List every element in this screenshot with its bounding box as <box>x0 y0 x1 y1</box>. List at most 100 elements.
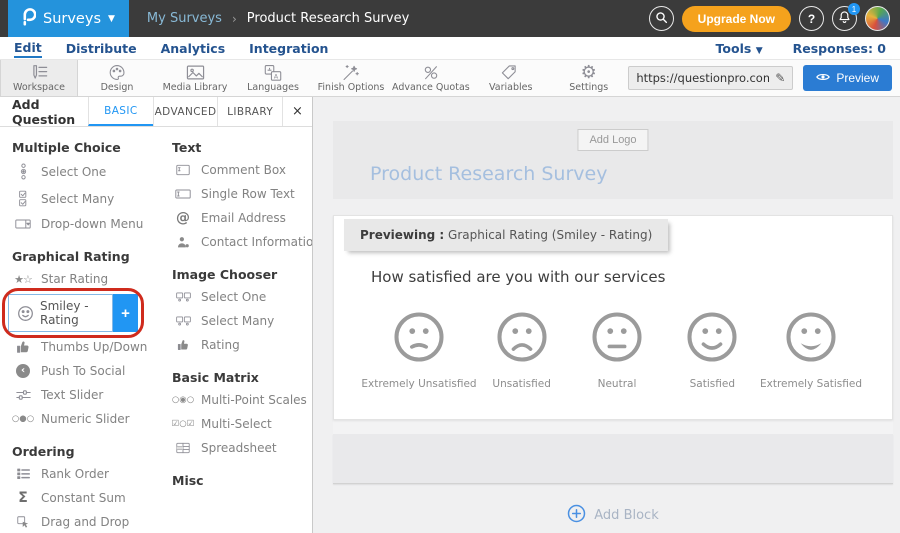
sidebar-item-label: Multi-Point Scales <box>201 393 307 407</box>
help-button[interactable]: ? <box>799 6 824 31</box>
search-icon <box>655 11 668 27</box>
sidebar-tab-library[interactable]: LIBRARY <box>217 97 282 126</box>
toolbar-item-label: Finish Options <box>318 82 385 93</box>
sidebar-item-label: Rating <box>201 338 240 352</box>
section-title: Multiple Choice <box>12 140 160 155</box>
sidebar-item-email-address[interactable]: @Email Address <box>160 206 312 230</box>
rating-option-label: Extremely Satisfied <box>760 378 862 390</box>
sidebar-tab-advanced[interactable]: ADVANCED <box>153 97 218 126</box>
image-select-icon <box>173 292 193 302</box>
survey-url-text: https://questionpro.com/t/A <box>636 71 769 85</box>
nav-tab-edit[interactable]: Edit <box>14 38 42 58</box>
toolbar-item-workspace[interactable]: Workspace <box>0 60 78 96</box>
sidebar-item-multi-select[interactable]: ☑○☑Multi-Select <box>160 412 312 436</box>
tools-menu[interactable]: Tools ▼ <box>716 41 763 56</box>
upgrade-now-button[interactable]: Upgrade Now <box>682 6 791 32</box>
sidebar-section-image-chooser: Image Chooser Select OneSelect Many Rating <box>160 267 312 357</box>
sidebar-section-text: TextComment BoxSingle Row Text@Email Add… <box>160 140 312 254</box>
sidebar-item-thumbs-up-down[interactable]: Thumbs Up/Down <box>0 335 160 359</box>
sidebar-item-selected[interactable]: Smiley - Rating <box>8 294 113 332</box>
sidebar-item-comment-box[interactable]: Comment Box <box>160 158 312 182</box>
tag-icon <box>501 64 520 81</box>
rating-option-satisfied[interactable]: Satisfied <box>665 310 760 390</box>
add-question-plus-button[interactable]: + <box>113 294 138 332</box>
search-button[interactable] <box>649 6 674 31</box>
sidebar-item-select-many[interactable]: Select Many <box>0 185 160 212</box>
edit-url-pencil-icon[interactable]: ✎ <box>775 71 785 85</box>
survey-url-field[interactable]: https://questionpro.com/t/A ✎ <box>628 66 793 90</box>
sidebar-item-label: Email Address <box>201 211 286 225</box>
sidebar-item-label: Multi-Select <box>201 417 272 431</box>
spreadsheet-icon <box>173 442 193 454</box>
toolbar-item-media-library[interactable]: Media Library <box>156 60 234 96</box>
drag-drop-icon <box>13 516 33 529</box>
section-title: Misc <box>172 473 312 488</box>
sidebar-item-text-slider[interactable]: Text Slider <box>0 383 160 407</box>
rating-option-label: Satisfied <box>690 378 735 390</box>
sidebar-item-multi-point-scales[interactable]: ○◉○Multi-Point Scales <box>160 388 312 412</box>
numeric-slider-icon: ○●○ <box>13 415 33 424</box>
languages-icon: A <box>263 64 283 81</box>
sidebar-item-select-one[interactable]: Select One <box>0 158 160 185</box>
rating-option-extremely-unsatisfied[interactable]: Extremely Unsatisfied <box>364 310 474 390</box>
add-block-button[interactable]: Add Block <box>333 504 893 527</box>
responses-count: Responses: 0 <box>793 41 886 56</box>
close-panel-button[interactable]: × <box>282 97 312 126</box>
sidebar-item-label: Constant Sum <box>41 491 126 505</box>
nav-tab-distribute[interactable]: Distribute <box>66 39 137 57</box>
rating-option-label: Extremely Unsatisfied <box>361 378 476 390</box>
survey-block-footer <box>333 434 893 484</box>
toolbar-item-finish-options[interactable]: Finish Options <box>312 60 390 96</box>
breadcrumb: My Surveys › Product Research Survey <box>147 11 409 26</box>
sidebar-item-spreadsheet[interactable]: Spreadsheet <box>160 436 312 460</box>
sidebar-item-label: Select One <box>41 165 106 179</box>
sidebar-item-drop-down-menu[interactable]: Drop-down Menu <box>0 212 160 236</box>
toolbar-item-advance-quotas[interactable]: Advance Quotas <box>390 60 472 96</box>
radio-stack-icon <box>13 163 33 180</box>
toolbar-item-variables[interactable]: Variables <box>472 60 550 96</box>
module-tabs: Edit Distribute Analytics Integration <box>14 38 328 58</box>
sidebar-item-rating[interactable]: Rating <box>160 333 312 357</box>
preview-button[interactable]: Preview <box>803 65 892 91</box>
sidebar-item-label: Rank Order <box>41 467 109 481</box>
toolbar-items: WorkspaceDesign Media Library ALanguages Fi… <box>0 60 628 96</box>
sidebar-item-single-row-text[interactable]: Single Row Text <box>160 182 312 206</box>
sidebar-item-drag-and-drop[interactable]: Drag and Drop <box>0 510 160 533</box>
toolbar-item-settings[interactable]: ⚙Settings <box>550 60 628 96</box>
add-logo-button[interactable]: Add Logo <box>577 129 648 151</box>
toolbar-item-design[interactable]: Design <box>78 60 156 96</box>
sidebar-tab-basic[interactable]: BASIC <box>88 97 153 126</box>
surveys-product-menu[interactable]: Surveys ▼ <box>8 0 129 37</box>
sidebar-section-misc: Misc <box>160 473 312 488</box>
frown-slight-face-icon <box>392 310 446 364</box>
smile-big-face-icon <box>784 310 838 364</box>
sidebar-item-rank-order[interactable]: Rank Order <box>0 462 160 486</box>
section-title: Image Chooser <box>172 267 312 282</box>
notifications-button[interactable]: 1 <box>832 6 857 31</box>
sidebar-item-star-rating[interactable]: ★☆Star Rating <box>0 267 160 291</box>
sidebar-item-push-to-social[interactable]: ‹Push To Social <box>0 359 160 383</box>
sidebar-item-select-many[interactable]: Select Many <box>160 309 312 333</box>
rating-option-extremely-satisfied[interactable]: Extremely Satisfied <box>760 310 862 390</box>
avatar[interactable] <box>865 6 890 31</box>
survey-block-spacer <box>333 420 893 434</box>
rating-option-unsatisfied[interactable]: Unsatisfied <box>474 310 569 390</box>
toolbar-item-languages[interactable]: ALanguages <box>234 60 312 96</box>
sidebar-item-constant-sum[interactable]: ΣConstant Sum <box>0 486 160 510</box>
nav-tab-integration[interactable]: Integration <box>249 39 328 57</box>
sidebar-item-numeric-slider[interactable]: ○●○Numeric Slider <box>0 407 160 431</box>
rating-option-label: Neutral <box>598 378 637 390</box>
frown-face-icon <box>495 310 549 364</box>
previewing-question-type: Graphical Rating (Smiley - Rating) <box>444 228 652 242</box>
nav-tab-analytics[interactable]: Analytics <box>161 39 226 57</box>
toolbar-item-label: Media Library <box>163 82 228 93</box>
sidebar-item-select-one[interactable]: Select One <box>160 285 312 309</box>
sidebar-item-label: Text Slider <box>41 388 103 402</box>
top-bar-actions: Upgrade Now ? 1 <box>649 6 900 32</box>
sidebar-item-contact-information[interactable]: Contact Information <box>160 230 312 254</box>
rating-option-neutral[interactable]: Neutral <box>569 310 664 390</box>
breadcrumb-my-surveys[interactable]: My Surveys <box>147 11 222 26</box>
survey-title[interactable]: Product Research Survey <box>370 163 607 185</box>
toolbar-item-label: Settings <box>569 82 608 93</box>
chevron-down-icon: ▼ <box>108 14 115 24</box>
